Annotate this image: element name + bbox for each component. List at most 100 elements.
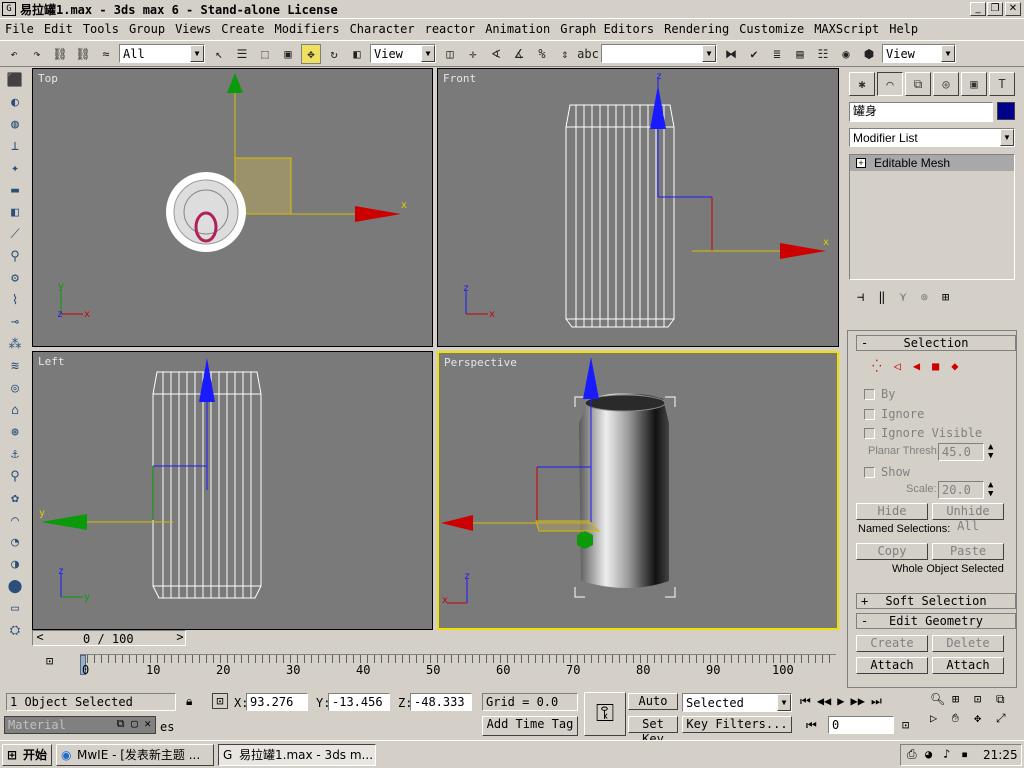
toolbar-icon[interactable]: ◍ — [4, 114, 26, 134]
attach-button[interactable]: Attach — [856, 657, 928, 674]
toolbar-icon[interactable]: ⚲ — [4, 246, 26, 266]
menu-customize[interactable]: Customize — [739, 22, 804, 36]
mirror-icon[interactable]: ⧓ — [721, 44, 741, 64]
tray-icon[interactable]: ▪ — [961, 747, 968, 761]
create-tab-icon[interactable]: ✱ — [849, 72, 875, 96]
volume-icon[interactable]: ♪ — [943, 747, 950, 761]
modifier-list-dropdown[interactable]: Modifier List ▼ — [849, 128, 1015, 147]
select-object-icon[interactable]: ↖ — [209, 44, 229, 64]
printer-icon[interactable]: ⎙ — [907, 747, 917, 762]
menu-modifiers[interactable]: Modifiers — [275, 22, 340, 36]
toolbar-icon[interactable]: ◑ — [4, 554, 26, 574]
pivot-center-icon[interactable]: ◫ — [440, 44, 460, 64]
menu-file[interactable]: File — [5, 22, 34, 36]
edit-named-sel-icon[interactable]: abc — [577, 44, 599, 64]
select-rotate-icon[interactable]: ↻ — [324, 44, 344, 64]
render-scene-icon[interactable]: ⬢ — [859, 44, 879, 64]
menu-group[interactable]: Group — [129, 22, 165, 36]
vertex-icon[interactable]: ⁛ — [872, 359, 882, 373]
menu-graph-editors[interactable]: Graph Editors — [560, 22, 654, 36]
toolbar-icon[interactable]: ⊥ — [4, 136, 26, 156]
make-unique-icon[interactable]: ⋎ — [899, 290, 906, 304]
add-time-tag-button[interactable]: Add Time Tag — [482, 716, 578, 736]
named-selection-dropdown[interactable]: ▼ — [601, 44, 717, 63]
unlink-icon[interactable]: ⛓ — [73, 44, 93, 64]
spinner-icon[interactable]: ▲ ▼ — [988, 481, 993, 499]
face-icon[interactable]: ◀ — [913, 359, 920, 373]
menu-create[interactable]: Create — [221, 22, 264, 36]
toolbar-icon[interactable]: ⊸ — [4, 312, 26, 332]
toolbar-icon[interactable]: ⁂ — [4, 334, 26, 354]
maximize-viewport-icon[interactable]: ⤢ — [996, 711, 1014, 726]
z-coord-field[interactable]: -48.333 — [410, 693, 472, 711]
rollout-edit-geometry[interactable]: - Edit Geometry — [856, 613, 1016, 629]
zoom-extents-all-icon[interactable]: ⧉ — [996, 692, 1014, 707]
minimized-material-window[interactable]: Material ⧉ ▢ ✕ — [4, 716, 156, 734]
track-bar[interactable]: 0 10 20 30 40 50 60 70 80 90 100 — [80, 654, 836, 677]
delete-button[interactable]: Delete — [932, 635, 1004, 652]
select-by-name-icon[interactable]: ☰ — [232, 44, 252, 64]
toolbar-icon[interactable]: ⚙ — [4, 268, 26, 288]
key-mode-dropdown[interactable]: Selected ▼ — [682, 693, 792, 712]
material-editor-icon[interactable]: ◉ — [836, 44, 856, 64]
polygon-icon[interactable]: ■ — [932, 359, 939, 373]
toolbar-icon[interactable]: ▭ — [4, 598, 26, 618]
next-frame-icon[interactable]: ▶▶ — [851, 694, 865, 709]
lock-icon[interactable]: 🔒︎ — [186, 694, 192, 709]
start-button[interactable]: ⊞ 开始 — [2, 744, 52, 766]
auto-key-button[interactable]: Auto Key — [628, 693, 678, 710]
taskbar-item-browser[interactable]: ◉ MwIE - [发表新主题 ... — [56, 744, 214, 766]
render-type-dropdown[interactable]: View ▼ — [882, 44, 956, 63]
previous-frame-icon[interactable]: ◀◀ — [817, 694, 831, 709]
menu-maxscript[interactable]: MAXScript — [814, 22, 879, 36]
align-icon[interactable]: ✔ — [744, 44, 764, 64]
menu-animation[interactable]: Animation — [485, 22, 550, 36]
toolbar-icon[interactable]: ✿ — [4, 488, 26, 508]
hierarchy-tab-icon[interactable]: ⧉ — [905, 72, 931, 96]
viewport-top[interactable]: Top y z x x — [32, 68, 433, 347]
go-to-end-icon[interactable]: ⏭ — [871, 694, 882, 709]
toolbar-icon[interactable]: ▬ — [4, 180, 26, 200]
angle-snap-icon[interactable]: ∡ — [509, 44, 529, 64]
play-icon[interactable]: ▶ — [837, 694, 844, 709]
manipulate-icon[interactable]: ✛ — [463, 44, 483, 64]
taskbar-item-3dsmax[interactable]: G 易拉罐1.max - 3ds m... — [218, 744, 376, 766]
ignore-backfacing-checkbox[interactable]: Ignore — [864, 407, 924, 421]
rollout-selection[interactable]: - Selection — [856, 335, 1016, 351]
toolbar-icon[interactable]: ✦ — [4, 158, 26, 178]
spinner-snap-icon[interactable]: ⇕ — [555, 44, 575, 64]
toolbar-icon[interactable]: ⚓ — [4, 444, 26, 464]
show-end-result-icon[interactable]: ‖ — [878, 290, 885, 304]
y-coord-field[interactable]: -13.456 — [328, 693, 390, 711]
bind-space-warp-icon[interactable]: ≈ — [96, 44, 116, 64]
set-key-button[interactable]: Set Key — [628, 716, 678, 746]
stack-item-editable-mesh[interactable]: + Editable Mesh — [850, 155, 1014, 171]
menu-help[interactable]: Help — [889, 22, 918, 36]
toolbar-icon[interactable]: ⚲ — [4, 466, 26, 486]
utilities-tab-icon[interactable]: T — [989, 72, 1015, 96]
chevron-right-icon[interactable]: > — [173, 630, 187, 644]
hide-button[interactable]: Hide — [856, 503, 928, 520]
menu-tools[interactable]: Tools — [83, 22, 119, 36]
material-window-controls[interactable]: ⧉ ▢ ✕ — [117, 717, 151, 731]
toolbar-icon[interactable]: ◎ — [4, 378, 26, 398]
object-color-swatch[interactable] — [997, 102, 1015, 120]
pan-icon[interactable]: ✋︎ — [952, 711, 970, 726]
toolbar-icon[interactable]: ⊛ — [4, 422, 26, 442]
zoom-icon[interactable]: 🔍︎ — [930, 692, 948, 707]
expand-icon[interactable]: + — [856, 158, 866, 168]
toolbar-icon[interactable]: ◔ — [4, 532, 26, 552]
select-move-icon[interactable]: ✥ — [301, 43, 321, 64]
select-scale-icon[interactable]: ◧ — [347, 44, 367, 64]
toolbar-icon[interactable]: ≋ — [4, 356, 26, 376]
spinner-icon[interactable]: ▲ ▼ — [988, 443, 993, 461]
close-button[interactable]: ✕ — [1005, 2, 1021, 16]
snap-icon[interactable]: ∢ — [486, 44, 506, 64]
configure-sets-icon[interactable]: ⊞ — [942, 290, 949, 304]
ignore-visible-checkbox[interactable]: Ignore Visible — [864, 426, 982, 440]
toolbar-icon[interactable]: ⌂ — [4, 400, 26, 420]
x-coord-field[interactable]: 93.276 — [246, 693, 308, 711]
rollout-soft-selection[interactable]: + Soft Selection — [856, 593, 1016, 609]
menu-character[interactable]: Character — [350, 22, 415, 36]
schematic-view-icon[interactable]: ☷ — [813, 44, 833, 64]
